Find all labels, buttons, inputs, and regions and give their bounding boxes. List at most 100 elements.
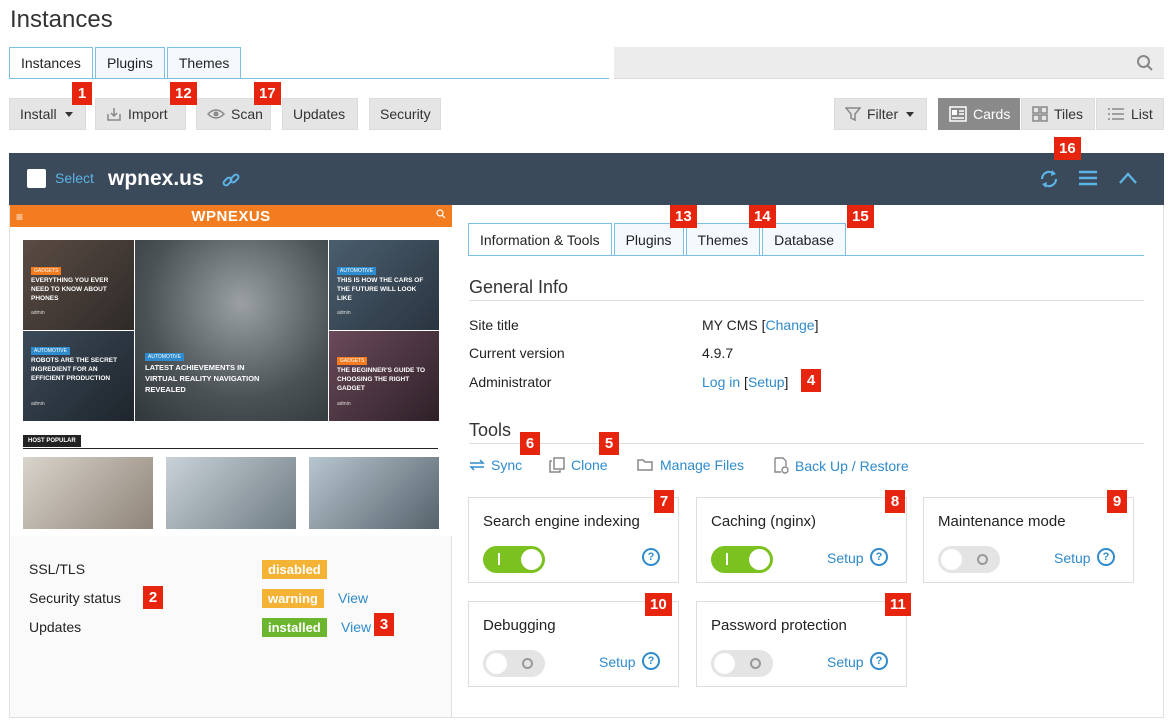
site-screenshot[interactable]: ≡ WPNEXUS GADGETS EVERYTHING YOU EVER NE… xyxy=(10,205,452,536)
callout-badge: 5 xyxy=(599,432,619,455)
debugging-toggle[interactable] xyxy=(483,650,545,677)
admin-setup-link[interactable]: Setup xyxy=(748,374,785,390)
scan-label: Scan xyxy=(231,106,263,122)
clone-tool[interactable]: Clone xyxy=(549,457,608,473)
sync-label: Sync xyxy=(491,457,523,473)
tab-plugins[interactable]: Plugins xyxy=(94,47,165,79)
debugging-setup-link[interactable]: Setup xyxy=(599,654,636,670)
administrator-label: Administrator xyxy=(469,374,552,390)
help-icon[interactable]: ? xyxy=(642,652,660,670)
callout-badge: 9 xyxy=(1107,490,1127,513)
version-value: 4.9.7 xyxy=(702,345,734,361)
chevron-down-icon xyxy=(906,111,915,117)
tab-themes[interactable]: Themes xyxy=(166,47,242,79)
article-tile: AUTOMOTIVE THIS IS HOW THE CARS OF THE F… xyxy=(329,240,439,330)
section-label: HOST POPULAR xyxy=(23,435,81,447)
link-icon[interactable] xyxy=(221,170,241,193)
select-label[interactable]: Select xyxy=(55,170,94,186)
install-label: Install xyxy=(20,106,57,122)
tabs-divider xyxy=(468,255,1144,256)
tab-information-tools[interactable]: Information & Tools xyxy=(468,223,612,255)
tile-author: admin xyxy=(31,310,45,316)
menu-icon[interactable] xyxy=(1078,170,1098,189)
callout-badge: 6 xyxy=(520,432,540,455)
security-button[interactable]: Security xyxy=(369,98,441,130)
backup-restore-tool[interactable]: Back Up / Restore xyxy=(773,457,909,474)
chevron-up-icon[interactable] xyxy=(1118,171,1138,188)
search-input[interactable] xyxy=(614,47,1164,78)
tile-author: admin xyxy=(31,401,45,407)
card-title: Debugging xyxy=(483,617,556,634)
card-title: Password protection xyxy=(711,617,847,634)
card-title: Search engine indexing xyxy=(483,513,640,530)
updates-label: Updates xyxy=(29,619,82,635)
callout-badge: 12 xyxy=(170,82,197,105)
article-tile: GADGETS EVERYTHING YOU EVER NEED TO KNOW… xyxy=(23,240,134,330)
search-indexing-toggle[interactable] xyxy=(483,546,545,573)
updates-view-link[interactable]: View xyxy=(341,619,371,635)
help-icon[interactable]: ? xyxy=(642,548,660,566)
caching-toggle[interactable] xyxy=(711,546,773,573)
filter-button[interactable]: Filter xyxy=(834,98,927,130)
select-checkbox[interactable] xyxy=(27,169,46,188)
tile-author: admin xyxy=(337,401,351,407)
callout-badge: 14 xyxy=(749,205,776,228)
callout-badge: 4 xyxy=(801,369,821,392)
callout-badge: 8 xyxy=(885,490,905,513)
site-name: wpnex.us xyxy=(108,167,204,190)
caching-card: Caching (nginx) Setup ? xyxy=(696,497,907,583)
maintenance-toggle[interactable] xyxy=(938,546,1000,573)
callout-badge: 7 xyxy=(654,490,674,513)
manage-files-tool[interactable]: Manage Files xyxy=(637,457,744,473)
search-icon xyxy=(436,209,446,222)
cards-view-button[interactable]: Cards xyxy=(938,98,1020,130)
backup-icon xyxy=(774,457,789,474)
callout-badge: 2 xyxy=(143,586,163,609)
site-details-panel: Information & Tools Plugins Themes Datab… xyxy=(452,205,1164,718)
tile-title: LATEST ACHIEVEMENTS IN VIRTUAL REALITY N… xyxy=(145,363,260,394)
folder-icon xyxy=(637,459,653,471)
caching-setup-link[interactable]: Setup xyxy=(827,550,864,566)
list-view-button[interactable]: List xyxy=(1096,98,1164,130)
tab-instances[interactable]: Instances xyxy=(9,47,93,79)
administrator-value: Log in [Setup] xyxy=(702,374,789,390)
top-tabs: Instances Plugins Themes xyxy=(9,47,243,79)
import-icon xyxy=(106,106,122,122)
search-indexing-card: Search engine indexing ? xyxy=(468,497,679,583)
password-setup-link[interactable]: Setup xyxy=(827,654,864,670)
login-link[interactable]: Log in xyxy=(702,374,740,390)
help-icon[interactable]: ? xyxy=(870,548,888,566)
site-title-label: Site title xyxy=(469,317,519,333)
help-icon[interactable]: ? xyxy=(1097,548,1115,566)
detail-tabs: Information & Tools Plugins Themes Datab… xyxy=(468,223,848,255)
maintenance-setup-link[interactable]: Setup xyxy=(1054,550,1091,566)
help-icon[interactable]: ? xyxy=(870,652,888,670)
tiles-icon xyxy=(1032,106,1048,122)
updates-button[interactable]: Updates xyxy=(282,98,358,130)
tiles-label: Tiles xyxy=(1054,106,1084,122)
section-divider xyxy=(469,443,1144,444)
sync-tool[interactable]: Sync xyxy=(469,457,522,473)
security-view-link[interactable]: View xyxy=(338,590,368,606)
article-tile-featured: AUTOMOTIVE LATEST ACHIEVEMENTS IN VIRTUA… xyxy=(135,240,328,421)
tiles-view-button[interactable]: Tiles xyxy=(1021,98,1095,130)
article-tile: GADGETS THE BEGINNER'S GUIDE TO CHOOSING… xyxy=(329,331,439,421)
search-icon[interactable] xyxy=(1136,54,1154,75)
change-link[interactable]: Change xyxy=(766,317,815,333)
article-thumbnail xyxy=(166,457,296,529)
article-thumbnail xyxy=(23,457,153,529)
site-header: Select wpnex.us xyxy=(9,153,1164,205)
callout-badge: 10 xyxy=(645,593,672,616)
section-divider xyxy=(469,300,1144,301)
refresh-icon[interactable] xyxy=(1038,168,1060,193)
backup-label: Back Up / Restore xyxy=(795,457,909,474)
callout-badge: 13 xyxy=(670,205,697,228)
tile-title: EVERYTHING YOU EVER NEED TO KNOW ABOUT P… xyxy=(31,277,109,302)
password-protection-toggle[interactable] xyxy=(711,650,773,677)
site-title-text: MY CMS xyxy=(702,317,758,333)
callout-badge: 16 xyxy=(1054,137,1081,160)
filter-icon xyxy=(845,106,861,122)
tile-tag: AUTOMOTIVE xyxy=(31,347,70,355)
tile-author: admin xyxy=(337,310,351,316)
tile-title: THIS IS HOW THE CARS OF THE FUTURE WILL … xyxy=(337,277,424,302)
